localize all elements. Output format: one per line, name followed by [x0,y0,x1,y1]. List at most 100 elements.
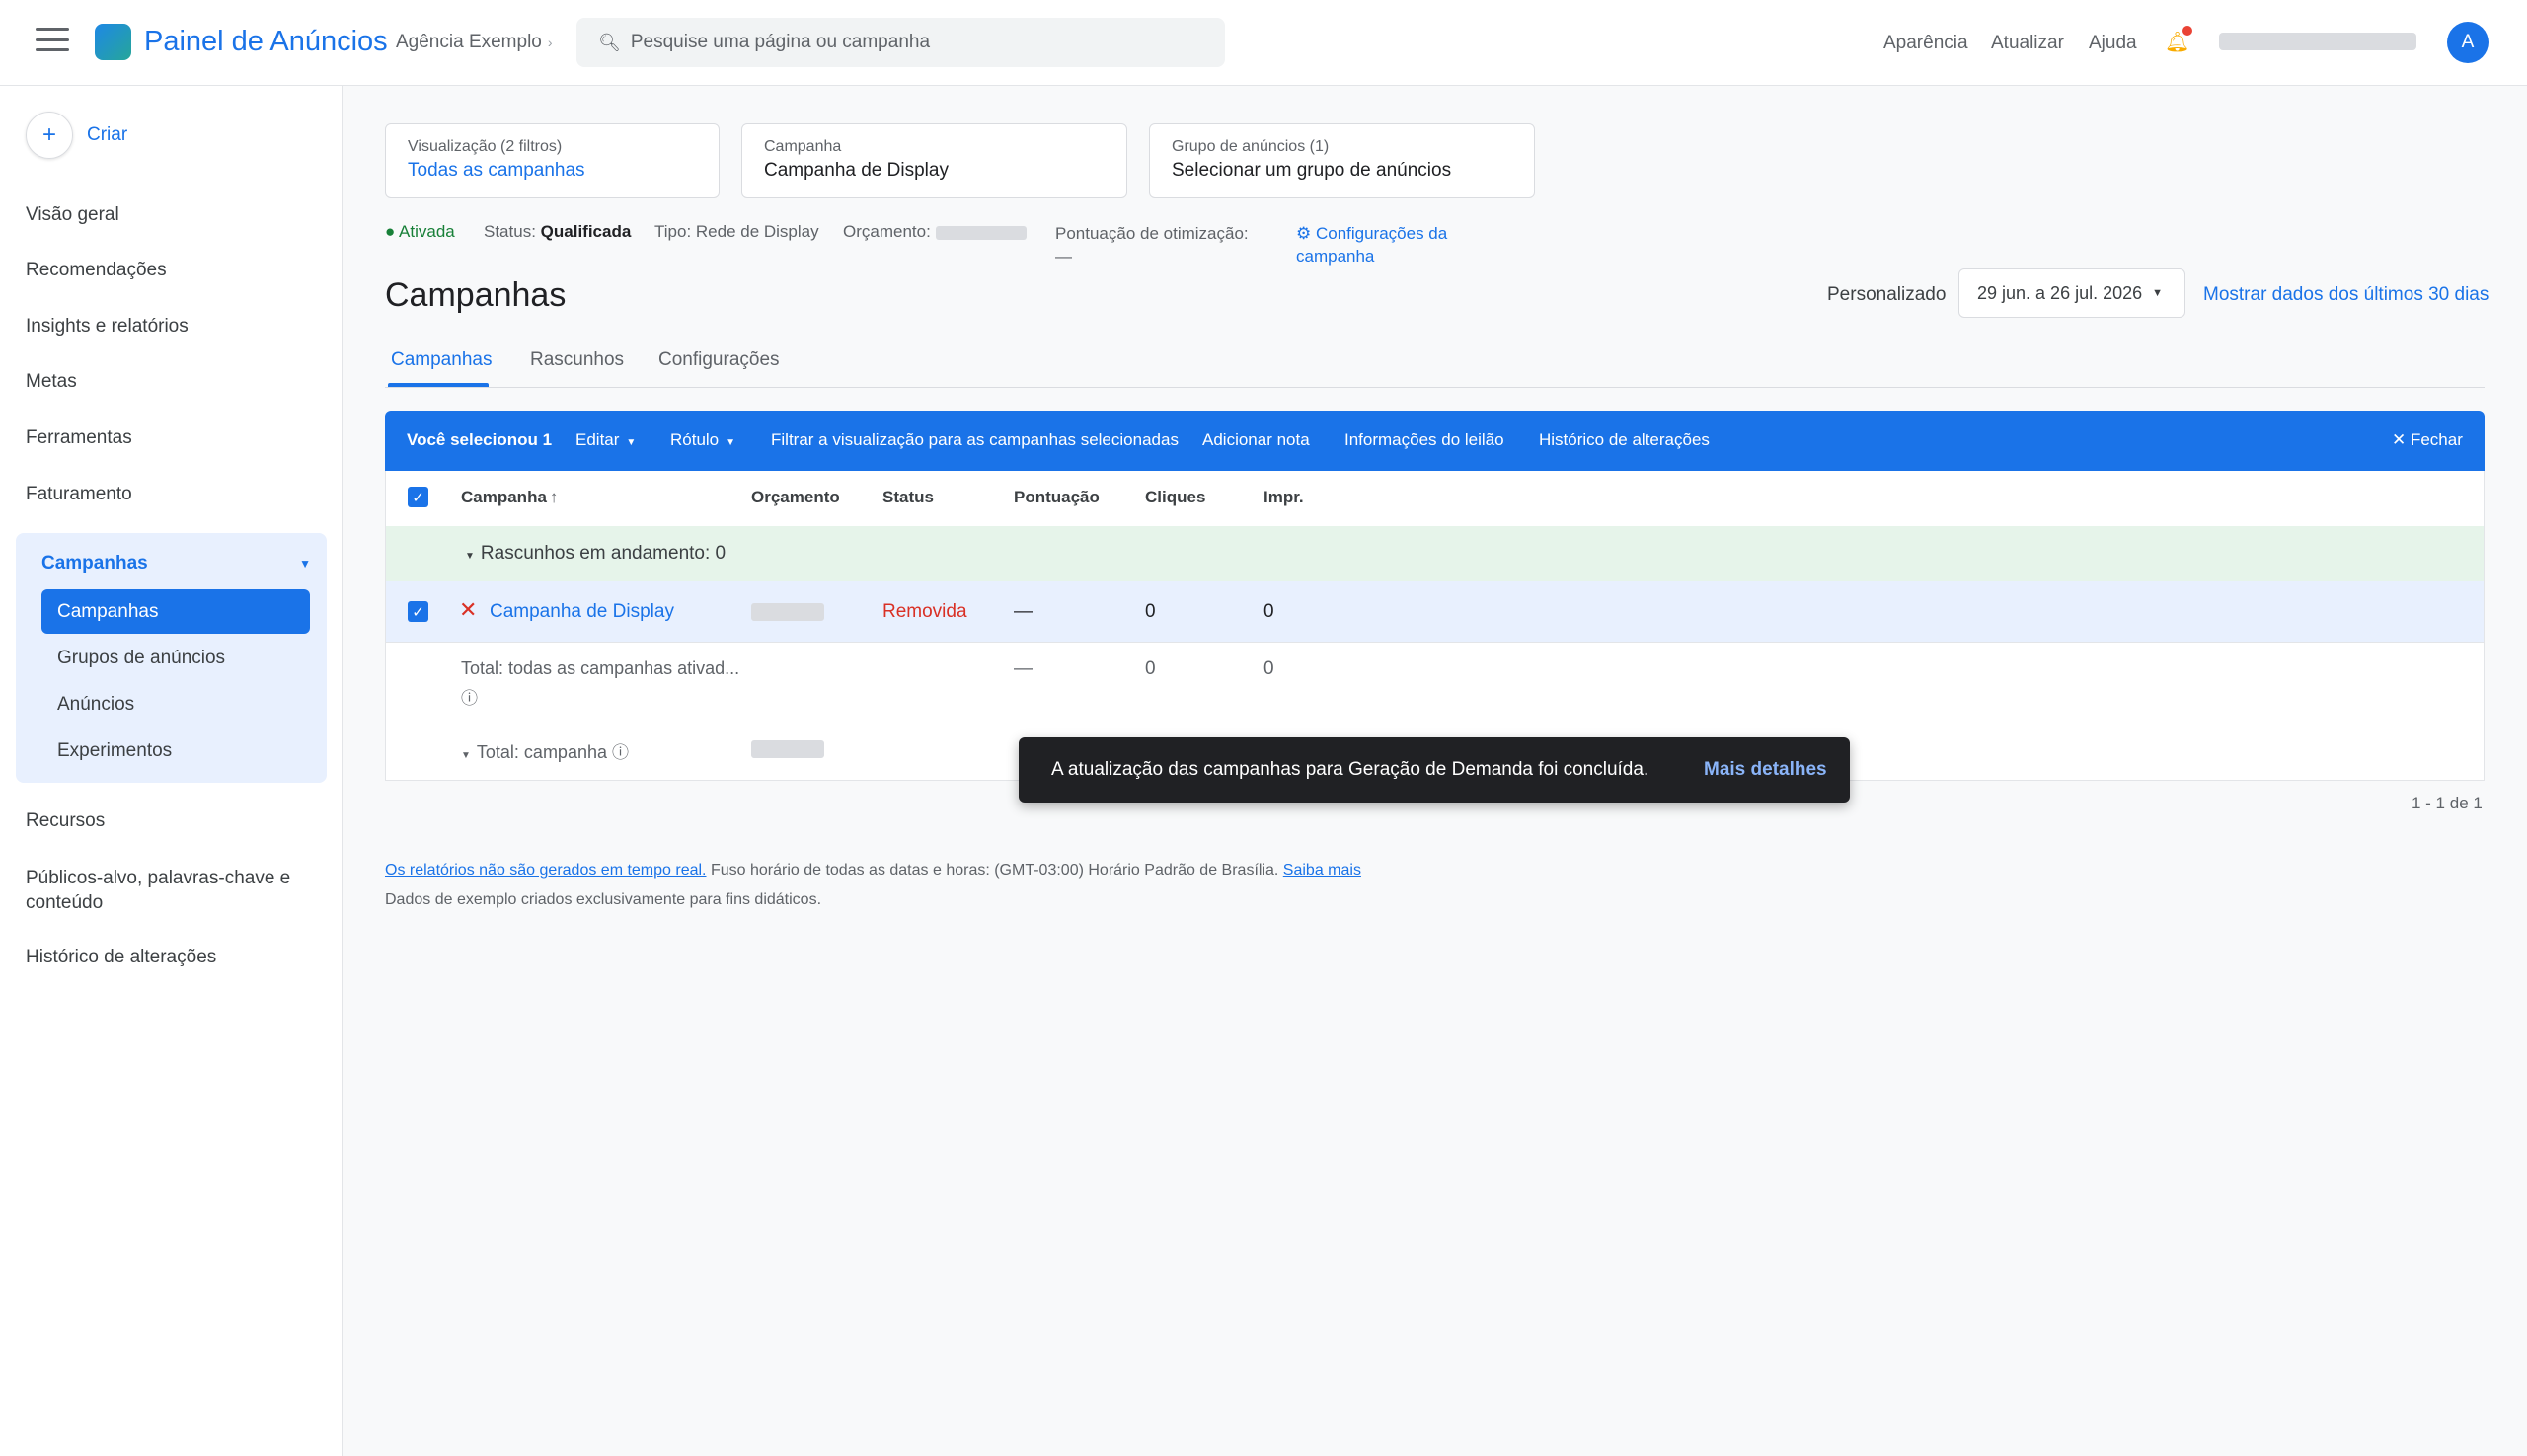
removed-x-icon: ✕ [459,597,478,622]
campaign-filter[interactable]: Campanha Campanha de Display [741,123,1127,198]
close-selection-button[interactable]: ✕ Fechar [2392,430,2463,450]
top-bar: Painel de Anúncios Agência Exemplo › 🔍︎ A… [0,0,2527,86]
row-clicks: 0 [1145,601,1156,622]
toast-more-details-button[interactable]: Mais detalhes [1704,759,1827,781]
notifications-bell-icon[interactable]: 🔔︎ [2165,26,2192,53]
campaign-name-link[interactable]: Campanha de Display [490,601,674,623]
column-header-impressions[interactable]: Impr. [1264,488,1304,507]
sidebar-subitem-campaigns[interactable]: Campanhas [41,589,310,634]
app-title[interactable]: Painel de Anúncios [144,26,388,58]
menu-icon[interactable] [36,28,69,51]
auction-insights-button[interactable]: Informações do leilão [1344,430,1504,450]
sort-arrow-icon: ↑ [549,488,559,506]
account-breadcrumb[interactable]: Agência Exemplo › [396,32,553,53]
sidebar-item-goals[interactable]: Metas [26,371,77,393]
user-email-placeholder [2219,33,2416,50]
sidebar-item-resources[interactable]: Recursos [26,810,105,832]
view-filter[interactable]: Visualização (2 filtros) Todas as campan… [385,123,720,198]
table-row[interactable]: ✓ ✕ Campanha de Display Removida — 0 0 [386,581,2484,643]
pagination-count: 1 - 1 de 1 [2412,794,2483,812]
sidebar-item-change-history[interactable]: Histórico de alterações [26,947,216,968]
add-note-button[interactable]: Adicionar nota [1202,430,1310,450]
caret-down-icon: ▼ [2152,287,2164,299]
sidebar-subitem-ads[interactable]: Anúncios [57,694,134,716]
caret-down-icon: ▼ [461,750,471,761]
campaign-settings-link[interactable]: ⚙ Configurações da campanha [1296,222,1493,268]
last-30-days-link[interactable]: Mostrar dados dos últimos 30 dias [2203,284,2489,306]
view-filter-label: Visualização (2 filtros) [408,138,563,155]
column-header-score[interactable]: Pontuação [1014,488,1100,507]
tab-settings[interactable]: Configurações [658,349,780,371]
budget-info: Orçamento: [843,222,1027,242]
date-range-value: 29 jun. a 26 jul. 2026 [1977,282,2143,303]
caret-down-icon: ▼ [626,437,637,448]
budget-placeholder [751,603,824,621]
date-range-picker[interactable]: 29 jun. a 26 jul. 2026 ▼ [1958,268,2185,318]
drafts-row[interactable]: ▼ Rascunhos em andamento: 0 [386,526,2484,581]
avatar[interactable]: A [2447,22,2489,63]
row-checkbox[interactable]: ✓ [408,601,428,622]
toast-message: A atualização das campanhas para Geração… [1051,759,1649,780]
label-label: Rótulo [670,430,720,449]
account-name: Agência Exemplo [396,32,542,52]
realtime-reports-link[interactable]: Os relatórios não são gerados em tempo r… [385,862,707,879]
chevron-right-icon: › [547,35,553,50]
campaign-type: Tipo: Rede de Display [654,222,819,241]
search-input[interactable] [630,32,1184,53]
optimization-score: Pontuação de otimização: — [1055,222,1249,268]
optimization-label: Pontuação de otimização: [1055,224,1249,243]
row-impressions: 0 [1264,601,1274,622]
timezone-text: Fuso horário de todas as datas e horas: … [706,862,1283,879]
select-all-checkbox[interactable]: ✓ [408,487,428,507]
total-all-impressions: 0 [1264,658,1274,679]
plus-icon: + [26,112,73,159]
column-header-budget[interactable]: Orçamento [751,488,840,507]
adgroup-filter-value: Selecionar um grupo de anúncios [1172,160,1452,181]
sidebar-group-campaigns-header[interactable]: Campanhas [41,553,148,575]
page-title: Campanhas [385,276,567,314]
tab-drafts[interactable]: Rascunhos [530,349,624,371]
total-all-clicks: 0 [1145,658,1156,679]
adgroup-filter-label: Grupo de anúncios (1) [1172,138,1330,155]
column-header-clicks[interactable]: Cliques [1145,488,1205,507]
refresh-link[interactable]: Atualizar [1991,33,2064,54]
sidebar-item-insights[interactable]: Insights e relatórios [26,316,189,338]
total-campaign-label: Total: campanha [476,742,607,762]
qualification-status: Status: Qualificada [484,222,631,242]
edit-menu-button[interactable]: Editar ▼ [575,430,636,450]
sidebar-item-billing[interactable]: Faturamento [26,484,132,505]
drafts-label: ▼ Rascunhos em andamento: 0 [465,543,726,565]
sidebar-subitem-adgroups[interactable]: Grupos de anúncios [57,648,225,669]
learn-more-link[interactable]: Saiba mais [1283,862,1361,879]
caret-down-icon[interactable]: ▼ [299,557,311,571]
create-button[interactable]: + Criar [26,112,127,159]
adgroup-filter[interactable]: Grupo de anúncios (1) Selecionar um grup… [1149,123,1535,198]
sidebar-subitem-experiments[interactable]: Experimentos [57,740,172,762]
change-history-button[interactable]: Histórico de alterações [1539,430,1710,450]
sidebar-item-tools[interactable]: Ferramentas [26,427,132,449]
info-icon[interactable]: ⓘ [461,684,478,709]
status-label: Status: [484,222,536,241]
tab-campaigns[interactable]: Campanhas [391,349,492,371]
drafts-text: Rascunhos em andamento: 0 [480,543,727,564]
selection-action-bar: Você selecionou 1 Editar ▼ Rótulo ▼ Filtra… [385,411,2485,471]
app-logo [95,24,131,60]
column-header-campaign[interactable]: Campanha ↑ [461,488,558,507]
column-header-status[interactable]: Status [882,488,934,507]
appearance-link[interactable]: Aparência [1883,33,1968,54]
total-campaign-row[interactable]: ▼ Total: campanha ⓘ [461,738,629,763]
create-label: Criar [87,124,128,145]
search-box[interactable]: 🔍︎ [576,18,1225,67]
sidebar-item-recommendations[interactable]: Recomendações [26,260,167,281]
status-value: Qualificada [540,222,632,241]
caret-down-icon: ▼ [726,437,736,448]
help-link[interactable]: Ajuda [2089,33,2137,54]
sidebar-item-overview[interactable]: Visão geral [26,204,119,226]
filter-selected-button[interactable]: Filtrar a visualização para as campanhas… [771,430,1179,450]
budget-placeholder [751,740,824,758]
sample-data-notice: Dados de exemplo criados exclusivamente … [385,891,822,908]
campaigns-table: ✓ Campanha ↑ Orçamento Status Pontuação C… [385,471,2485,781]
label-menu-button[interactable]: Rótulo ▼ [670,430,735,450]
sidebar-item-audiences[interactable]: Públicos-alvo, palavras-chave e conteúdo [26,866,302,915]
info-icon[interactable]: ⓘ [612,743,629,762]
